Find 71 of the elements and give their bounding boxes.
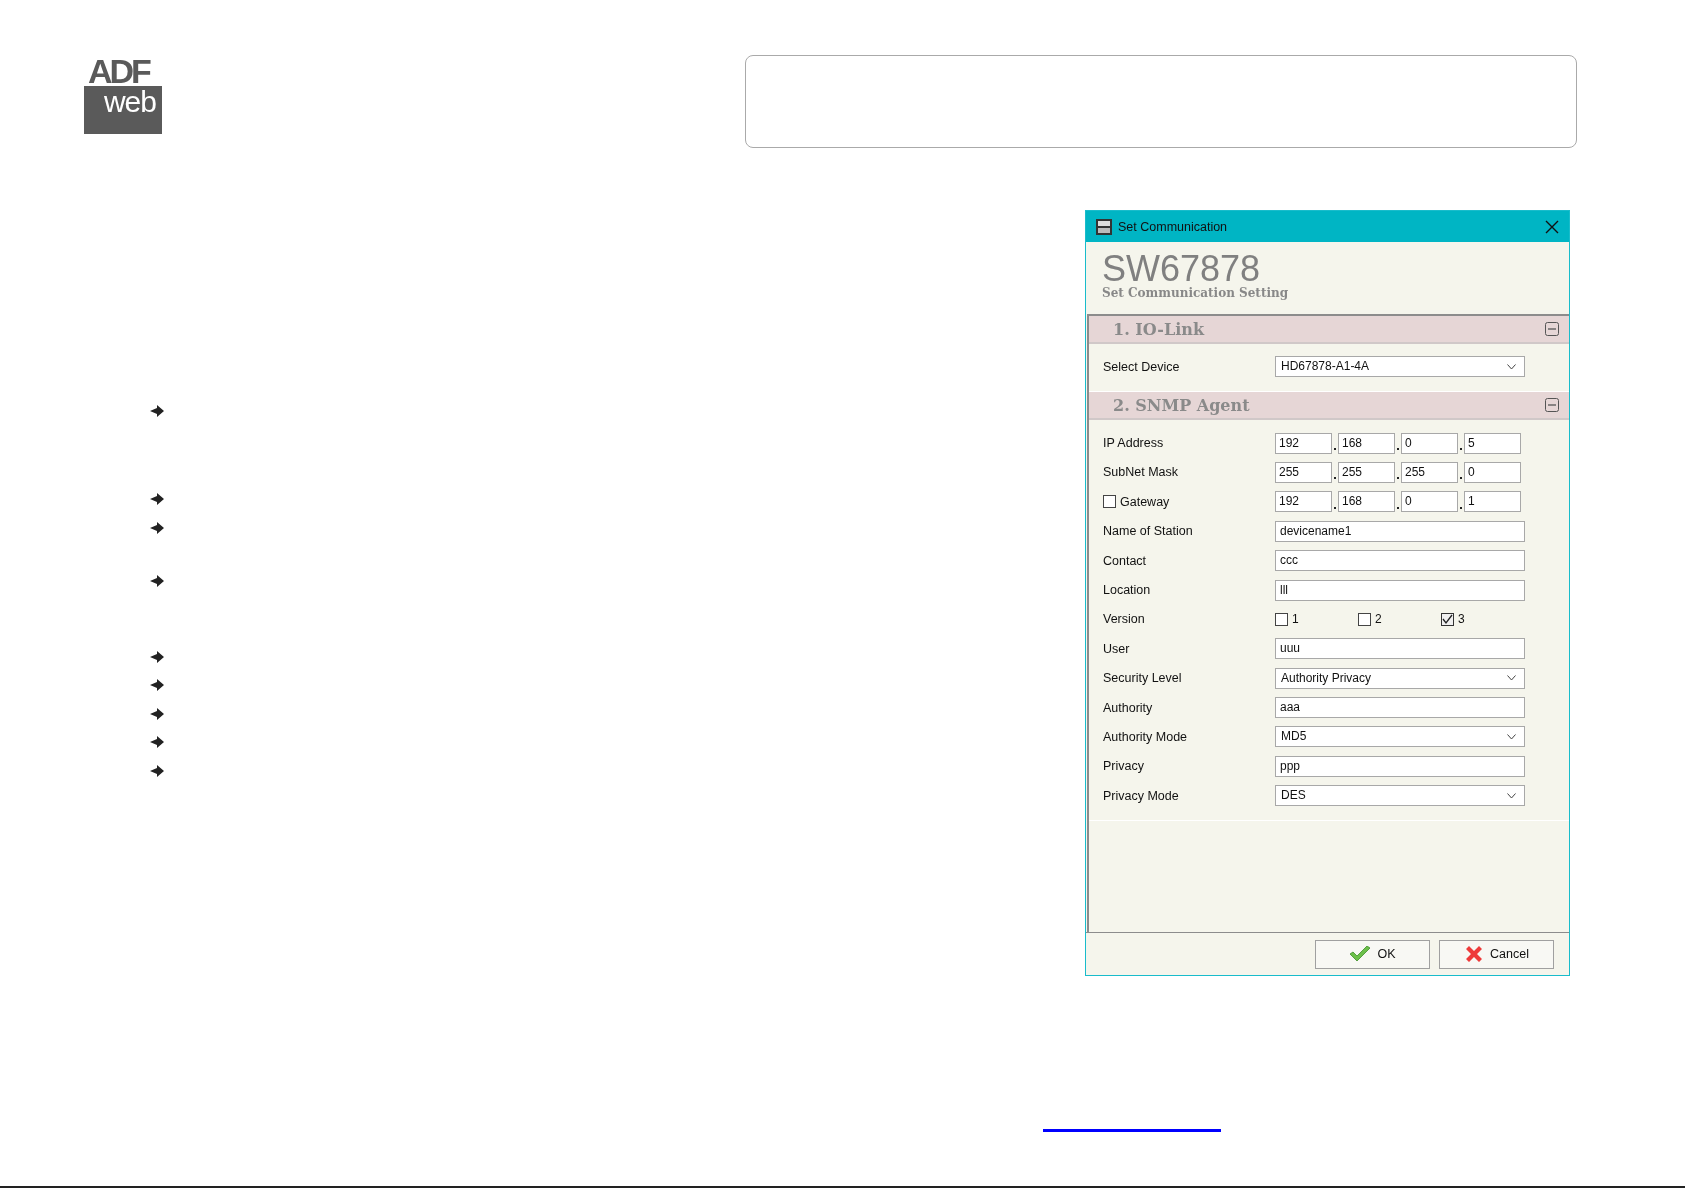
bullet-icon	[150, 405, 164, 417]
dropdown[interactable]: MD5	[1275, 726, 1525, 748]
field-label: Select Device	[1103, 359, 1180, 374]
bullet-icon	[150, 651, 164, 663]
caret-icon[interactable]	[1507, 734, 1516, 740]
bullet-icon	[150, 708, 164, 720]
field-label: Privacy Mode	[1103, 788, 1179, 803]
octet-field[interactable]: 192	[1275, 432, 1332, 454]
field-label: Security Level	[1103, 671, 1182, 686]
bullet-icon	[150, 493, 164, 505]
octet-field[interactable]: 168	[1338, 491, 1395, 513]
checkbox[interactable]	[1103, 495, 1116, 509]
logo-text: web	[103, 86, 157, 118]
field-label: Location	[1103, 583, 1151, 598]
field-label: Authority Mode	[1103, 730, 1188, 744]
field-label: Name of Station	[1103, 524, 1193, 539]
caret-icon[interactable]	[1507, 675, 1516, 682]
field-label: User	[1103, 641, 1130, 656]
text-field[interactable]: ppp	[1275, 755, 1525, 777]
octet-field[interactable]: 0	[1401, 432, 1458, 454]
bullet-icon	[150, 522, 164, 534]
cancel-button[interactable]: Cancel	[1439, 939, 1554, 969]
device-heading: SW67878	[1102, 252, 1261, 286]
text-field[interactable]: uuu	[1275, 638, 1525, 660]
collapse-icon[interactable]	[1545, 398, 1559, 413]
checkbox[interactable]	[1275, 612, 1288, 626]
section-title: 1. IO-Link	[1113, 319, 1206, 339]
octet-field[interactable]: 255	[1338, 461, 1395, 483]
checkbox-label: 1	[1292, 612, 1299, 627]
field-label: SubNet Mask	[1103, 465, 1179, 480]
bullet-icon	[150, 736, 164, 748]
text-field[interactable]: lll	[1275, 579, 1525, 601]
logo-text: ADF	[84, 56, 162, 86]
bullet-icon	[150, 679, 164, 691]
ok-button[interactable]: OK	[1315, 939, 1430, 969]
checkbox[interactable]	[1441, 612, 1454, 626]
window-title: Set Communication	[1118, 219, 1229, 234]
octet-field[interactable]: 0	[1464, 461, 1521, 483]
text-field[interactable]: devicename1	[1275, 520, 1525, 542]
octet-field[interactable]: 255	[1275, 461, 1332, 483]
collapse-icon[interactable]	[1545, 322, 1559, 336]
caret-icon[interactable]	[1507, 792, 1516, 799]
field-label: Version	[1103, 612, 1145, 627]
field-label: Authority	[1103, 700, 1153, 715]
checkbox[interactable]	[1358, 612, 1371, 626]
app-icon	[1096, 218, 1112, 235]
text-field[interactable]: ccc	[1275, 550, 1525, 572]
dropdown[interactable]: Authority Privacy	[1275, 667, 1525, 689]
field-label: Contact	[1103, 553, 1147, 568]
field-label: Privacy	[1103, 759, 1144, 774]
caret-icon[interactable]	[1507, 363, 1516, 370]
bullet-icon	[150, 765, 164, 777]
octet-field[interactable]: 255	[1401, 461, 1458, 483]
bullet-icon	[150, 575, 164, 587]
octet-field[interactable]: 168	[1338, 432, 1395, 454]
octet-field[interactable]: 192	[1275, 491, 1332, 513]
field-label: Gateway	[1120, 494, 1170, 509]
close-icon[interactable]	[1545, 219, 1559, 234]
dropdown[interactable]: HD67878-A1-4A	[1275, 356, 1525, 378]
octet-field[interactable]: 5	[1464, 432, 1521, 454]
checkbox-label: 3	[1458, 612, 1465, 627]
text-field[interactable]: aaa	[1275, 697, 1525, 719]
dropdown[interactable]: DES	[1275, 785, 1525, 807]
octet-field[interactable]: 1	[1464, 491, 1521, 513]
cross-icon	[1464, 944, 1485, 964]
field-label: IP Address	[1103, 436, 1164, 451]
check-icon	[1349, 946, 1372, 962]
subtitle: Set Communication Setting	[1102, 286, 1290, 300]
checkbox-label: 2	[1375, 612, 1382, 627]
section-title: 2. SNMP Agent	[1113, 395, 1251, 415]
octet-field[interactable]: 0	[1401, 491, 1458, 513]
